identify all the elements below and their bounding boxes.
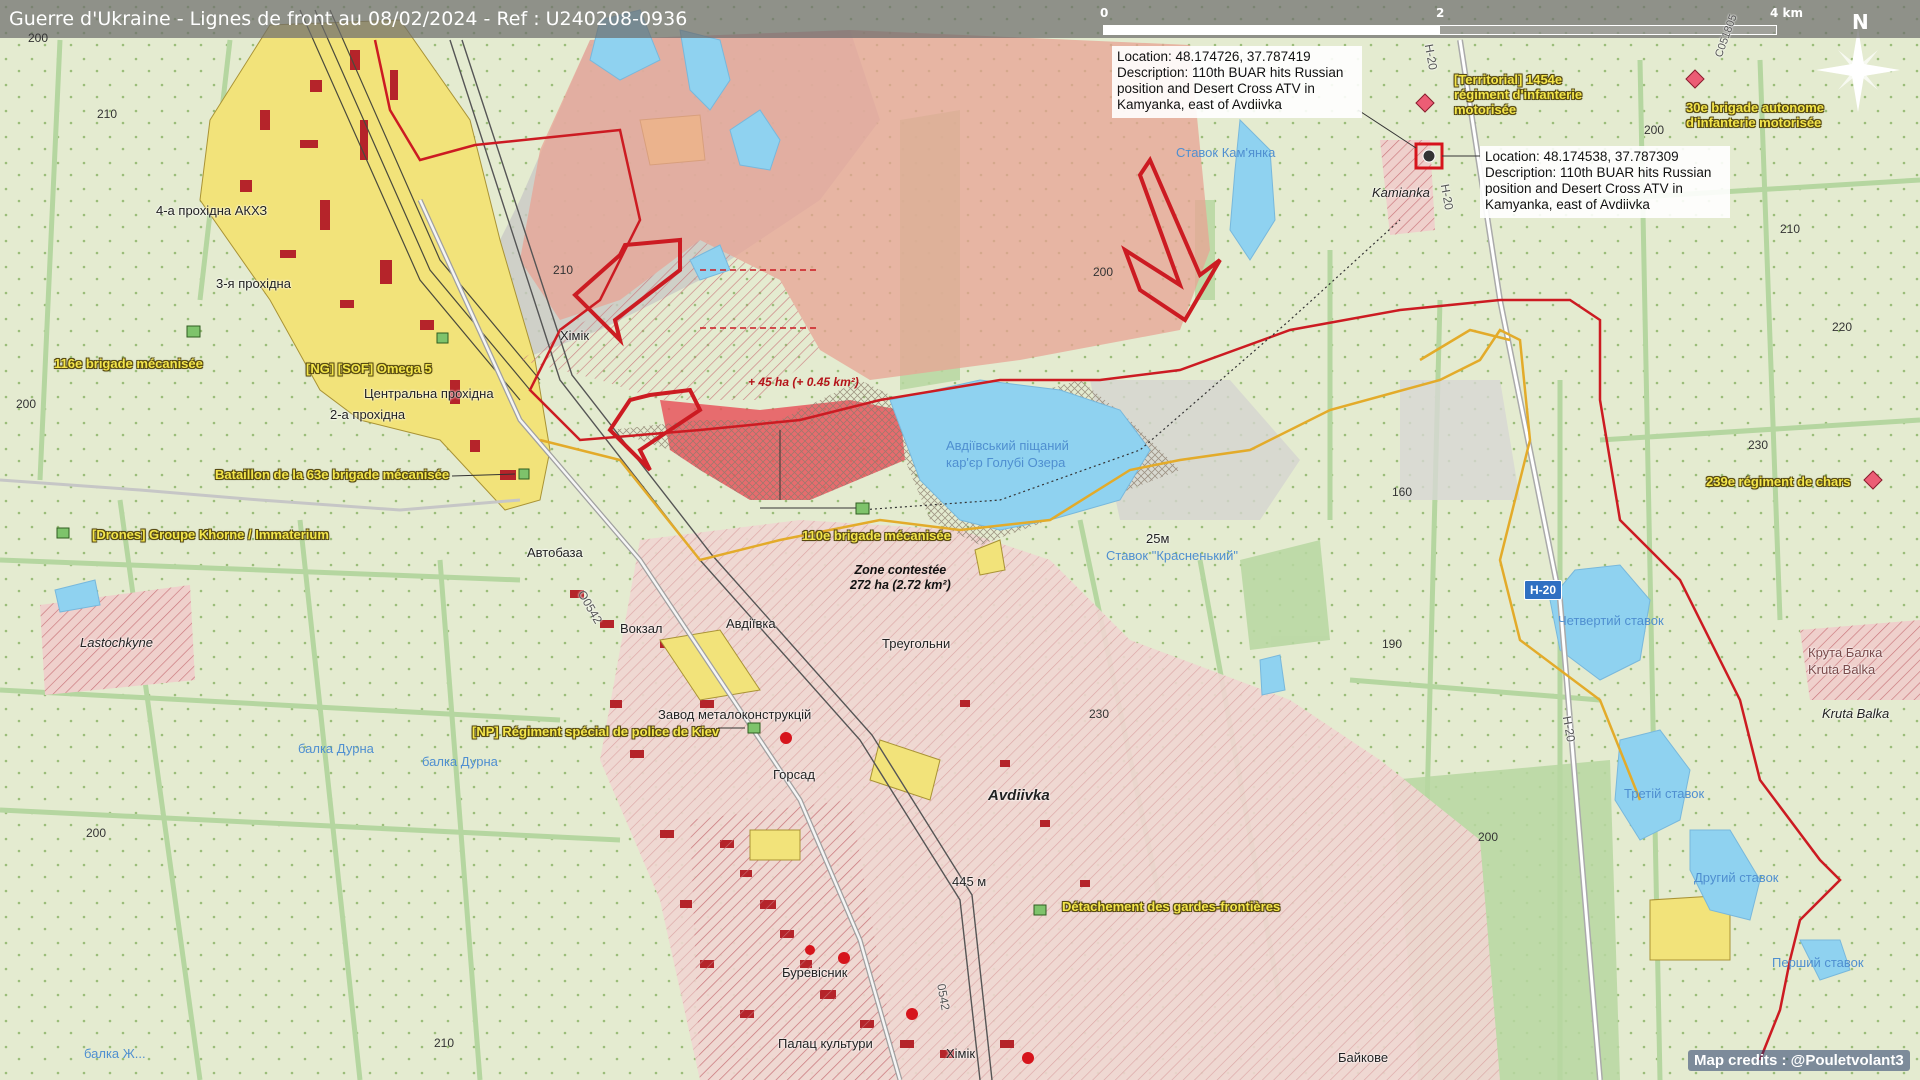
water-quarry-label-2: кар'єр Голубі Озера — [946, 455, 1066, 470]
elevation-label: 200 — [1644, 123, 1665, 137]
place-25m: 25м — [1146, 531, 1170, 546]
unit-label-bataillon-63[interactable]: Bataillon de la 63e brigade mécanisée — [215, 467, 449, 482]
place-baykove: Байкове — [1338, 1050, 1389, 1065]
place-prokhidna-2: 2-а прохідна — [330, 407, 406, 422]
info-description-3: Kamyanka, east of Avdiivka — [1485, 197, 1650, 212]
scale-label-2: 2 — [1436, 6, 1445, 20]
place-prokhidna-3: 3-я прохідна — [216, 276, 291, 291]
unit-label-line: régiment d'infanterie — [1454, 87, 1583, 102]
elevation-label: 220 — [1832, 320, 1853, 334]
unit-label-110-brigade[interactable]: 110e brigade mécanisée — [802, 528, 951, 543]
elevation-label: 200 — [16, 397, 37, 411]
water-stavok-krasnenkyi: Ставок "Красненький" — [1106, 548, 1239, 563]
elevation-label: 200 — [86, 826, 107, 840]
unit-label-border-guards[interactable]: Détachement des gardes-frontières — [1062, 899, 1280, 914]
water-stavok-1: Перший ставок — [1772, 955, 1864, 970]
scale-label-4: 4 km — [1770, 6, 1804, 20]
unit-label-khorne[interactable]: [Drones] Groupe Khorne / Immaterium — [92, 527, 329, 542]
place-avdiivka: Avdiivka — [988, 787, 1050, 804]
water-quarry-label-1: Авдіївський піщаний — [946, 438, 1069, 453]
info-description-2: position and Desert Cross ATV in — [1117, 81, 1315, 96]
place-zavod: Завод металоконструкцій — [658, 707, 812, 722]
place-kruta-balka: Kruta Balka — [1822, 706, 1890, 721]
water-stavok-3: Третій ставок — [1624, 786, 1705, 801]
place-gorsad: Горсад — [773, 767, 815, 782]
place-kamianka: Kamianka — [1372, 185, 1430, 200]
place-khimik-2: Хімік — [946, 1046, 976, 1061]
contested-zone-area: 272 ha (2.72 km²) — [850, 578, 951, 592]
water-balka-durna-1: балка Дурна — [298, 741, 374, 756]
strike-info-box-2: Location: 48.174538, 37.787309 Descripti… — [1480, 146, 1730, 218]
place-burevisnyk: Буревісник — [782, 965, 848, 980]
unit-label-territorial-1454[interactable]: [Territorial] 1454e régiment d'infanteri… — [1454, 72, 1582, 117]
elevation-label: 190 — [1382, 637, 1403, 651]
place-lastochkyne: Lastochkyne — [80, 635, 153, 650]
info-description-2: position and Desert Cross ATV in — [1485, 181, 1683, 196]
water-stavok-2: Другий ставок — [1694, 870, 1779, 885]
elevation-label: 210 — [434, 1036, 455, 1050]
info-description: Description: 110th BUAR hits Russian — [1117, 65, 1344, 80]
unit-label-police-kiev[interactable]: [NP] Régiment spécial de police de Kiev — [472, 724, 719, 739]
info-description-3: Kamyanka, east of Avdiivka — [1117, 97, 1282, 112]
unit-label-line: 30e brigade autonome — [1686, 100, 1824, 115]
north-label: N — [1852, 10, 1869, 34]
place-kruta-balka-uk: Крута Балка — [1808, 645, 1883, 660]
water-balka-zh: балка Ж... — [84, 1046, 146, 1061]
elevation-label: 210 — [97, 107, 118, 121]
place-kruta-balka-latin: Kruta Balka — [1808, 662, 1876, 677]
place-445m: 445 м — [952, 874, 987, 889]
contested-zone-title: Zone contestée — [854, 563, 947, 577]
map-title: Guerre d'Ukraine - Lignes de front au 08… — [9, 8, 688, 30]
elevation-label: 230 — [1089, 707, 1110, 721]
water-balka-durna-2: балка Дурна — [422, 754, 498, 769]
info-location: Location: 48.174726, 37.787419 — [1117, 49, 1311, 64]
elevation-label: 210 — [1780, 222, 1801, 236]
contested-zone-label: Zone contestée 272 ha (2.72 km²) — [850, 563, 951, 593]
unit-label-line: d'infanterie motorisée — [1686, 115, 1822, 130]
unit-label-239-tank[interactable]: 239e régiment de chars — [1706, 474, 1851, 489]
unit-label-30-brigade[interactable]: 30e brigade autonome d'infanterie motori… — [1686, 100, 1824, 130]
scale-bar — [1103, 25, 1777, 35]
elevation-label: 200 — [28, 31, 49, 45]
strike-info-box-1: Location: 48.174726, 37.787419 Descripti… — [1112, 46, 1362, 118]
elevation-label: 200 — [1093, 265, 1114, 279]
place-prokhidna-central: Центральна прохідна — [364, 386, 494, 401]
russian-gain-label: + 45 ha (+ 0.45 km²) — [748, 375, 859, 389]
place-treuholny: Треугольни — [882, 636, 951, 651]
place-avtobaza: Автобаза — [527, 545, 583, 560]
water-stavok-4: Четвертий ставок — [1558, 613, 1664, 628]
elevation-label: 200 — [1478, 830, 1499, 844]
road-shield-h20: H-20 — [1524, 580, 1563, 600]
unit-label-line: [Territorial] 1454e — [1454, 72, 1563, 87]
unit-label-line: motorisée — [1454, 102, 1517, 117]
place-khimik: Хімік — [560, 328, 590, 343]
place-prokhidna-4: 4-а прохідна АКХЗ — [156, 203, 268, 218]
place-palats-kultury: Палац культури — [778, 1036, 873, 1051]
place-vokzal: Вокзал — [620, 621, 663, 636]
map-credits: Map credits : @Pouletvolant3 — [1688, 1050, 1910, 1071]
elevation-label: 160 — [1392, 485, 1413, 499]
info-location: Location: 48.174538, 37.787309 — [1485, 149, 1679, 164]
unit-label-omega5[interactable]: [NG] [SOF] Omega 5 — [306, 361, 432, 376]
water-stavok-kamianka: Ставок Кам'янка — [1176, 145, 1276, 160]
elevation-label: 210 — [553, 263, 574, 277]
info-description: Description: 110th BUAR hits Russian — [1485, 165, 1712, 180]
elevation-label: 230 — [1748, 438, 1769, 452]
scale-label-0: 0 — [1100, 6, 1109, 20]
place-avdiivka-uk: Авдіївка — [726, 616, 776, 631]
unit-label-116-brigade[interactable]: 116e brigade mécanisée — [54, 356, 203, 371]
